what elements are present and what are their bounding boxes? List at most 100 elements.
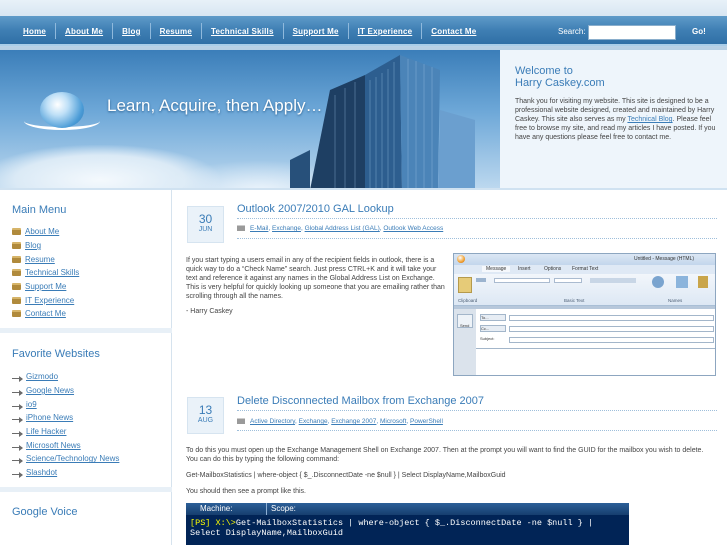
welcome-title: Welcome to Harry Caskey.com bbox=[515, 65, 605, 89]
folder-icon bbox=[12, 269, 21, 277]
sidebar-link[interactable]: Gizmodo bbox=[26, 372, 58, 381]
favorites-list: Gizmodo Google News io9 iPhone News Life Hac… bbox=[12, 370, 119, 480]
go-button[interactable]: Go! bbox=[692, 27, 706, 36]
main-menu-list: About Me Blog Resume Technical Skills Suppor… bbox=[12, 225, 79, 321]
sidebar-link[interactable]: Google News bbox=[26, 386, 74, 395]
sidebar-link[interactable]: Contact Me bbox=[25, 309, 66, 318]
ribbon-group-label: Basic Text bbox=[564, 298, 585, 303]
sidebar-link[interactable]: About Me bbox=[25, 227, 59, 236]
nav-item-technical-skills: Technical Skills bbox=[200, 16, 283, 46]
powershell-titlebar: Machine: Scope: bbox=[186, 503, 629, 515]
powershell-screenshot: Machine: Scope: [PS] X:\>Get-MailboxStat… bbox=[186, 503, 629, 545]
tag-link[interactable]: Exchange bbox=[272, 225, 301, 232]
welcome-title-line2: Harry Caskey.com bbox=[515, 77, 605, 89]
post-body-2: You should then see a prompt like this. bbox=[186, 488, 306, 495]
main-content: 30 JUN Outlook 2007/2010 GAL Lookup E-Ma… bbox=[173, 190, 727, 545]
tags-divider bbox=[237, 238, 717, 239]
sidebar-item-slashdot[interactable]: Slashdot bbox=[12, 466, 119, 480]
sidebar-item-it-experience[interactable]: IT Experience bbox=[12, 293, 79, 307]
sidebar-item-technical-skills[interactable]: Technical Skills bbox=[12, 266, 79, 280]
nav-link-contact-me[interactable]: Contact Me bbox=[422, 27, 485, 36]
nav-link-home[interactable]: Home bbox=[14, 27, 55, 36]
tag-link[interactable]: Active Directory bbox=[250, 418, 295, 425]
welcome-text: Thank you for visiting my website. This … bbox=[515, 97, 717, 142]
send-button: Send bbox=[457, 314, 473, 328]
console-line: Get-MailboxStatistics | where-object { $… bbox=[235, 518, 593, 528]
nav-link-technical-skills[interactable]: Technical Skills bbox=[202, 27, 283, 36]
post-date: 30 JUN bbox=[187, 206, 224, 243]
sidebar-item-life-hacker[interactable]: Life Hacker bbox=[12, 425, 119, 439]
outlook-tab: Message bbox=[482, 266, 511, 272]
message-body-area bbox=[476, 348, 715, 375]
sidebar-item-contact-me[interactable]: Contact Me bbox=[12, 307, 79, 321]
nav-link-support-me[interactable]: Support Me bbox=[284, 27, 348, 36]
sidebar-link[interactable]: Resume bbox=[25, 255, 55, 264]
sidebar-item-support-me[interactable]: Support Me bbox=[12, 280, 79, 294]
sidebar-link[interactable]: Support Me bbox=[25, 282, 66, 291]
sidebar-item-gizmodo[interactable]: Gizmodo bbox=[12, 370, 119, 384]
sidebar-link[interactable]: Slashdot bbox=[26, 468, 57, 477]
tag-link[interactable]: Exchange 2007 bbox=[331, 418, 376, 425]
arrow-icon bbox=[12, 470, 23, 479]
nav-item-blog: Blog bbox=[112, 16, 150, 46]
tag-link[interactable]: Microsoft bbox=[380, 418, 406, 425]
paste-icon bbox=[458, 277, 472, 293]
sidebar-link[interactable]: Blog bbox=[25, 241, 41, 250]
tag-icon bbox=[237, 418, 245, 425]
sidebar-link[interactable]: Life Hacker bbox=[26, 427, 66, 436]
tag-link[interactable]: Outlook Web Access bbox=[383, 225, 443, 232]
post-month: JUN bbox=[198, 226, 213, 233]
arrow-icon bbox=[12, 374, 23, 383]
tag-link[interactable]: Global Address List (GAL) bbox=[305, 225, 380, 232]
font-box bbox=[494, 278, 550, 283]
office-button-icon bbox=[457, 255, 465, 263]
tag-link[interactable]: PowerShell bbox=[410, 418, 443, 425]
sidebar-item-iphone-news[interactable]: iPhone News bbox=[12, 411, 119, 425]
sidebar-divider bbox=[0, 328, 172, 333]
outlook-tabs: Message Insert Options Format Text bbox=[454, 265, 715, 274]
tag-icon bbox=[237, 225, 245, 232]
sidebar-link[interactable]: Science/Technology News bbox=[26, 454, 119, 463]
sidebar-link[interactable]: Technical Skills bbox=[25, 268, 79, 277]
post-body: To do this you must open up the Exchange… bbox=[186, 447, 704, 463]
sidebar-item-resume[interactable]: Resume bbox=[12, 252, 79, 266]
arrow-icon bbox=[12, 429, 23, 438]
search-input[interactable] bbox=[588, 25, 676, 40]
sidebar-link[interactable]: IT Experience bbox=[25, 296, 74, 305]
title-divider bbox=[237, 218, 717, 219]
tag-link[interactable]: E-Mail bbox=[250, 225, 268, 232]
send-label: Send bbox=[460, 323, 470, 328]
sidebar-item-science-technology-news[interactable]: Science/Technology News bbox=[12, 452, 119, 466]
nav-item-contact-me: Contact Me bbox=[421, 16, 485, 46]
sidebar-link[interactable]: iPhone News bbox=[26, 413, 73, 422]
nav-link-blog[interactable]: Blog bbox=[113, 27, 150, 36]
post-title-link[interactable]: Delete Disconnected Mailbox from Exchang… bbox=[237, 395, 484, 407]
tag-link[interactable]: Exchange bbox=[299, 418, 328, 425]
outlook-screenshot: Untitled - Message (HTML) Message Insert… bbox=[453, 253, 716, 376]
post-day: 13 bbox=[198, 403, 213, 417]
console-line: Select DisplayName,MailboxGuid bbox=[190, 528, 344, 538]
sidebar-link[interactable]: Microsoft News bbox=[26, 441, 81, 450]
favorite-websites-heading: Favorite Websites bbox=[12, 348, 100, 360]
outlook-title: Untitled - Message (HTML) bbox=[634, 256, 695, 262]
sidebar-link[interactable]: io9 bbox=[26, 400, 37, 409]
nav-link-it-experience[interactable]: IT Experience bbox=[349, 27, 422, 36]
arrow-icon bbox=[12, 456, 23, 465]
welcome-panel: Welcome to Harry Caskey.com Thank you for… bbox=[500, 50, 727, 190]
sidebar-item-google-news[interactable]: Google News bbox=[12, 384, 119, 398]
sidebar-item-microsoft-news[interactable]: Microsoft News bbox=[12, 438, 119, 452]
cc-field bbox=[509, 326, 714, 332]
sidebar-item-blog[interactable]: Blog bbox=[12, 239, 79, 253]
nav-link-resume[interactable]: Resume bbox=[151, 27, 201, 36]
post-title-link[interactable]: Outlook 2007/2010 GAL Lookup bbox=[237, 203, 394, 215]
nav-list: Home About Me Blog Resume Technical Skills Su… bbox=[14, 16, 485, 46]
nav-link-about-me[interactable]: About Me bbox=[56, 27, 112, 36]
folder-icon bbox=[12, 255, 21, 263]
ribbon-group-label: Clipboard bbox=[458, 298, 478, 303]
to-field bbox=[509, 315, 714, 321]
sidebar-item-io9[interactable]: io9 bbox=[12, 397, 119, 411]
welcome-title-line1: Welcome to bbox=[515, 65, 573, 77]
technical-blog-link[interactable]: Technical Blog bbox=[627, 116, 672, 123]
sidebar: Main Menu About Me Blog Resume Technical Sk… bbox=[0, 190, 172, 545]
sidebar-item-about-me[interactable]: About Me bbox=[12, 225, 79, 239]
